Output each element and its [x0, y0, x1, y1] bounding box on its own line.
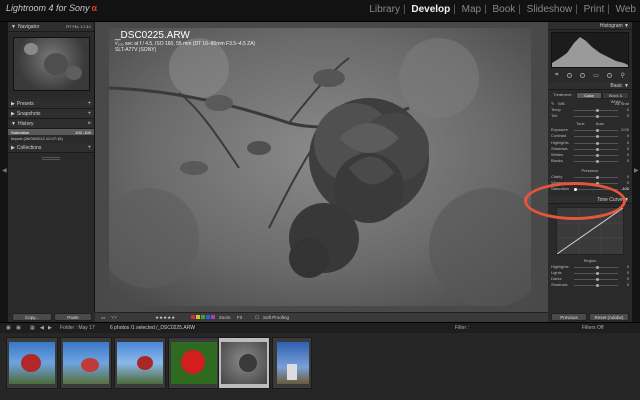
navigator-header[interactable]: ▼ Navigator FIT FILL 1:1 3:1: [8, 22, 94, 32]
folder-source[interactable]: Folder : May 17: [60, 325, 95, 331]
radial-filter-icon[interactable]: [607, 72, 613, 78]
color-label-blue[interactable]: [206, 315, 210, 319]
rating-stars[interactable]: ★★★★★: [155, 315, 175, 321]
blacks-slider[interactable]: Blacks 0: [548, 158, 632, 164]
crop-tool-icon[interactable]: ⌗: [555, 72, 558, 79]
module-web[interactable]: Web: [616, 4, 636, 15]
color-label-green[interactable]: [201, 315, 205, 319]
photo-info-overlay: _DSC0225.ARW ¹⁄₂₀₀ sec at f / 4.5, ISO 1…: [115, 30, 255, 53]
color-label-yellow[interactable]: [196, 315, 200, 319]
reset-button[interactable]: Reset (Adobe): [589, 313, 629, 321]
treatment-label: Treatment :: [553, 92, 574, 97]
selection-count[interactable]: 6 photos /1 selected /_DSC0225.ARW: [110, 325, 195, 331]
snapshots-header[interactable]: ▶ Snapshots +: [8, 109, 94, 119]
navigator-thumbnail[interactable]: [12, 37, 90, 91]
color-label-purple[interactable]: [211, 315, 215, 319]
back-arrow-icon[interactable]: ◀: [40, 325, 44, 331]
navigator-modes[interactable]: FIT FILL 1:1 3:1: [66, 25, 91, 29]
photo-camera: SLT-A77V (SONY): [115, 47, 157, 53]
zoom-label: Zoom: [219, 315, 231, 320]
top-bar: Lightroom 4 for Sony α Library | Develop | …: [0, 0, 640, 22]
panel-end-ornament: [42, 157, 60, 160]
adjustment-brush-icon[interactable]: ⚲: [620, 72, 624, 79]
main-view: _DSC0225.ARW ¹⁄₂₀₀ sec at f / 4.5, ISO 1…: [95, 22, 548, 312]
soft-proofing-label[interactable]: Soft Proofing: [263, 315, 289, 320]
contrast-slider[interactable]: Contrast 0: [548, 133, 632, 139]
filmstrip-thumb[interactable]: [272, 337, 312, 389]
photo-filename: _DSC0225.ARW: [115, 30, 190, 41]
module-print[interactable]: Print: [584, 4, 605, 15]
history-header[interactable]: ▼ History ×: [8, 119, 94, 129]
left-panel: ▼ Navigator FIT FILL 1:1 3:1 ▶ Presets + ▶ Sn…: [8, 22, 95, 322]
filmstrip-thumb[interactable]: [60, 337, 112, 389]
collapse-left-arrow-icon[interactable]: ◀: [2, 167, 7, 174]
rose-photo: [109, 28, 531, 306]
treatment-tabs: Treatment : Color Black & White: [551, 92, 630, 104]
filter-label: Filter :: [455, 325, 469, 331]
spot-removal-icon[interactable]: [566, 72, 572, 78]
auto-button[interactable]: Auto: [596, 121, 604, 126]
basic-header[interactable]: Basic ▼: [548, 82, 632, 90]
graduated-filter-icon[interactable]: ▭: [593, 72, 599, 79]
tab-color[interactable]: Color: [575, 92, 603, 99]
monitor-2-icon[interactable]: ▣: [16, 325, 21, 331]
photo-canvas[interactable]: [109, 28, 531, 306]
right-panel-gutter[interactable]: ▶: [632, 22, 640, 322]
color-label-red[interactable]: [191, 315, 195, 319]
module-slideshow[interactable]: Slideshow: [527, 4, 573, 15]
view-mode-icon[interactable]: ▭: [101, 315, 105, 321]
copy-button[interactable]: Copy...: [12, 313, 52, 321]
tab-black-white[interactable]: Black & White: [602, 92, 630, 104]
monitor-1-icon[interactable]: ▣: [6, 325, 11, 331]
filmstrip-thumb[interactable]: [168, 337, 220, 389]
histogram: [551, 32, 629, 68]
app-brand: Lightroom 4 for Sony α: [6, 3, 98, 13]
presets-header[interactable]: ▶ Presets +: [8, 99, 94, 109]
right-panel: Histogram ▼ ⌗ ▭ ⚲ Basic ▼ Treatment : Co…: [548, 22, 632, 312]
grid-view-icon[interactable]: ▦: [30, 325, 35, 331]
red-eye-icon[interactable]: [580, 72, 586, 78]
tint-slider[interactable]: Tint 0: [548, 113, 632, 119]
filmstrip-thumb[interactable]: [6, 337, 58, 389]
forward-arrow-icon[interactable]: ▶: [48, 325, 52, 331]
module-library[interactable]: Library: [369, 4, 400, 15]
paste-button[interactable]: Paste: [54, 313, 92, 321]
eyedropper-icon[interactable]: ✎: [551, 101, 554, 106]
right-panel-buttons: Previous Reset (Adobe): [548, 312, 632, 322]
soft-proofing-checkbox[interactable]: ☐: [255, 315, 259, 321]
history-item[interactable]: Import (26/05/2012 12:07:16): [8, 135, 94, 141]
filter-dropdown[interactable]: Filters Off: [582, 325, 604, 331]
filmstrip: [0, 333, 640, 400]
left-panel-gutter[interactable]: ◀: [0, 22, 8, 322]
sony-alpha-logo: α: [91, 3, 98, 13]
collapse-right-arrow-icon[interactable]: ▶: [634, 167, 639, 174]
previous-button[interactable]: Previous: [551, 313, 587, 321]
color-labels[interactable]: [191, 315, 216, 320]
before-after-icon[interactable]: YY: [111, 315, 117, 320]
filmstrip-thumb[interactable]: [114, 337, 166, 389]
module-develop[interactable]: Develop: [411, 4, 450, 15]
saturation-highlight-annotation: [524, 182, 626, 220]
histogram-header[interactable]: Histogram ▼: [548, 22, 632, 30]
filmstrip-bar: ▣ ▣ ▦ ◀ ▶ Folder : May 17 6 photos /1 se…: [0, 322, 640, 333]
module-map[interactable]: Map: [462, 4, 481, 15]
left-panel-buttons: Copy... Paste: [8, 312, 95, 322]
zoom-value[interactable]: Fit: [237, 315, 242, 320]
filmstrip-thumb-selected[interactable]: [218, 337, 270, 389]
curve-shadows-slider[interactable]: Shadows 0: [548, 282, 632, 288]
module-picker: Library | Develop | Map | Book | Slideshow | …: [369, 4, 636, 15]
module-book[interactable]: Book: [492, 4, 515, 15]
histogram-graph: [552, 37, 628, 67]
develop-toolbar: ▭ YY ★★★★★ Zoom Fit ☐ Soft Proofing: [95, 312, 548, 322]
collections-header[interactable]: ▶ Collections +: [8, 143, 94, 153]
tool-strip: ⌗ ▭ ⚲: [551, 70, 629, 80]
